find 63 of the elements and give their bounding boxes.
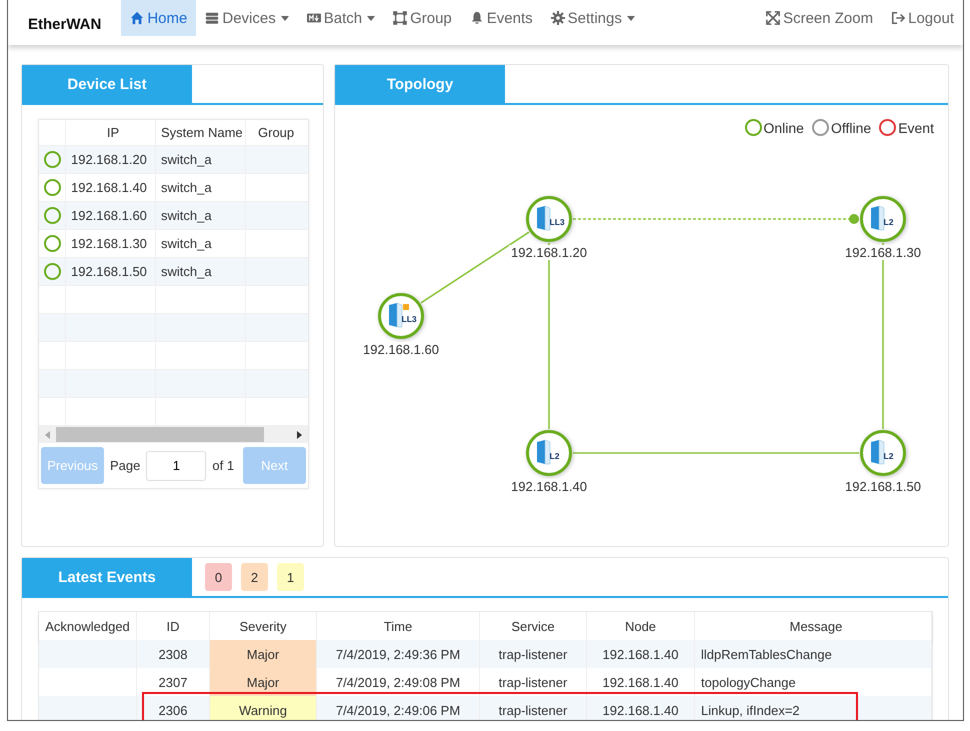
- node-label: 192.168.1.30: [843, 245, 923, 260]
- switch-node-icon[interactable]: L2: [525, 429, 573, 477]
- table-cell: 192.168.1.40: [66, 174, 156, 201]
- bell-icon: [470, 11, 484, 25]
- legend-label: Offline: [830, 120, 872, 136]
- home-icon: [130, 11, 144, 25]
- brand-logo[interactable]: EtherWAN: [8, 0, 122, 33]
- nav-item[interactable]: Screen Zoom: [757, 0, 882, 36]
- count-badge[interactable]: 2: [241, 563, 268, 591]
- nav-item[interactable]: Home: [121, 0, 196, 36]
- column-header[interactable]: IP: [66, 120, 156, 145]
- table-cell: switch_a: [156, 202, 246, 229]
- nav-item[interactable]: Batch: [298, 0, 384, 36]
- group-icon: [393, 11, 408, 25]
- nav-item[interactable]: Events: [460, 0, 542, 36]
- caret-icon: [280, 16, 289, 20]
- count-badge[interactable]: 0: [205, 563, 232, 591]
- devices-icon: [205, 11, 220, 25]
- switch-node-icon[interactable]: L2: [859, 429, 907, 477]
- table-cell: lldpRemTablesChange: [695, 640, 932, 668]
- node-label: 192.168.1.40: [509, 479, 589, 494]
- legend-label: Event: [898, 120, 934, 136]
- node-label: 192.168.1.50: [843, 479, 923, 494]
- severity-cell: Warning: [210, 696, 317, 720]
- logout-icon: [891, 11, 906, 25]
- column-header[interactable]: System Name: [156, 120, 246, 145]
- table-cell: switch_a: [156, 230, 246, 257]
- caret-icon: [367, 16, 376, 20]
- table-cell: 192.168.1.30: [66, 230, 156, 257]
- table-cell: 192.168.1.50: [66, 258, 156, 285]
- switch-node-icon[interactable]: LL3: [525, 195, 573, 243]
- nav-item[interactable]: Group: [384, 0, 461, 36]
- switch-node-icon[interactable]: LL3: [377, 292, 425, 340]
- table-cell: switch_a: [156, 258, 246, 285]
- count-badge[interactable]: 1: [277, 563, 304, 591]
- severity-cell: Major: [210, 640, 317, 668]
- gear-icon: [550, 11, 565, 25]
- table-cell: 192.168.1.60: [66, 202, 156, 229]
- nav-item[interactable]: Settings: [542, 0, 644, 36]
- table-cell: 192.168.1.20: [66, 146, 156, 173]
- table-cell: 192.168.1.40: [587, 640, 695, 668]
- severity-cell: Major: [210, 668, 317, 696]
- table-cell: 7/4/2019, 2:49:06 PM: [317, 696, 480, 720]
- node-label: 192.168.1.20: [509, 245, 589, 260]
- page-input[interactable]: 1: [146, 450, 206, 480]
- table-cell: switch_a: [156, 174, 246, 201]
- legend-label: Online: [764, 120, 804, 136]
- table-cell: 192.168.1.40: [587, 696, 695, 720]
- page-count: of 1: [212, 458, 234, 473]
- table-cell: Linkup, ifIndex=2: [695, 696, 932, 720]
- page-label: Page: [110, 458, 140, 473]
- expand-icon: [766, 11, 780, 25]
- table-cell: trap-listener: [480, 640, 587, 668]
- table-cell: switch_a: [156, 146, 246, 173]
- node-label: 192.168.1.60: [361, 342, 441, 357]
- horizontal-scrollbar[interactable]: [39, 426, 308, 443]
- caret-icon: [626, 16, 635, 20]
- nav-item[interactable]: Logout: [882, 0, 963, 36]
- table-cell: trap-listener: [480, 696, 587, 720]
- column-header[interactable]: Group: [246, 120, 308, 145]
- nav-item[interactable]: Devices: [196, 0, 298, 36]
- switch-node-icon[interactable]: L2: [859, 195, 907, 243]
- table-cell: 7/4/2019, 2:49:36 PM: [317, 640, 480, 668]
